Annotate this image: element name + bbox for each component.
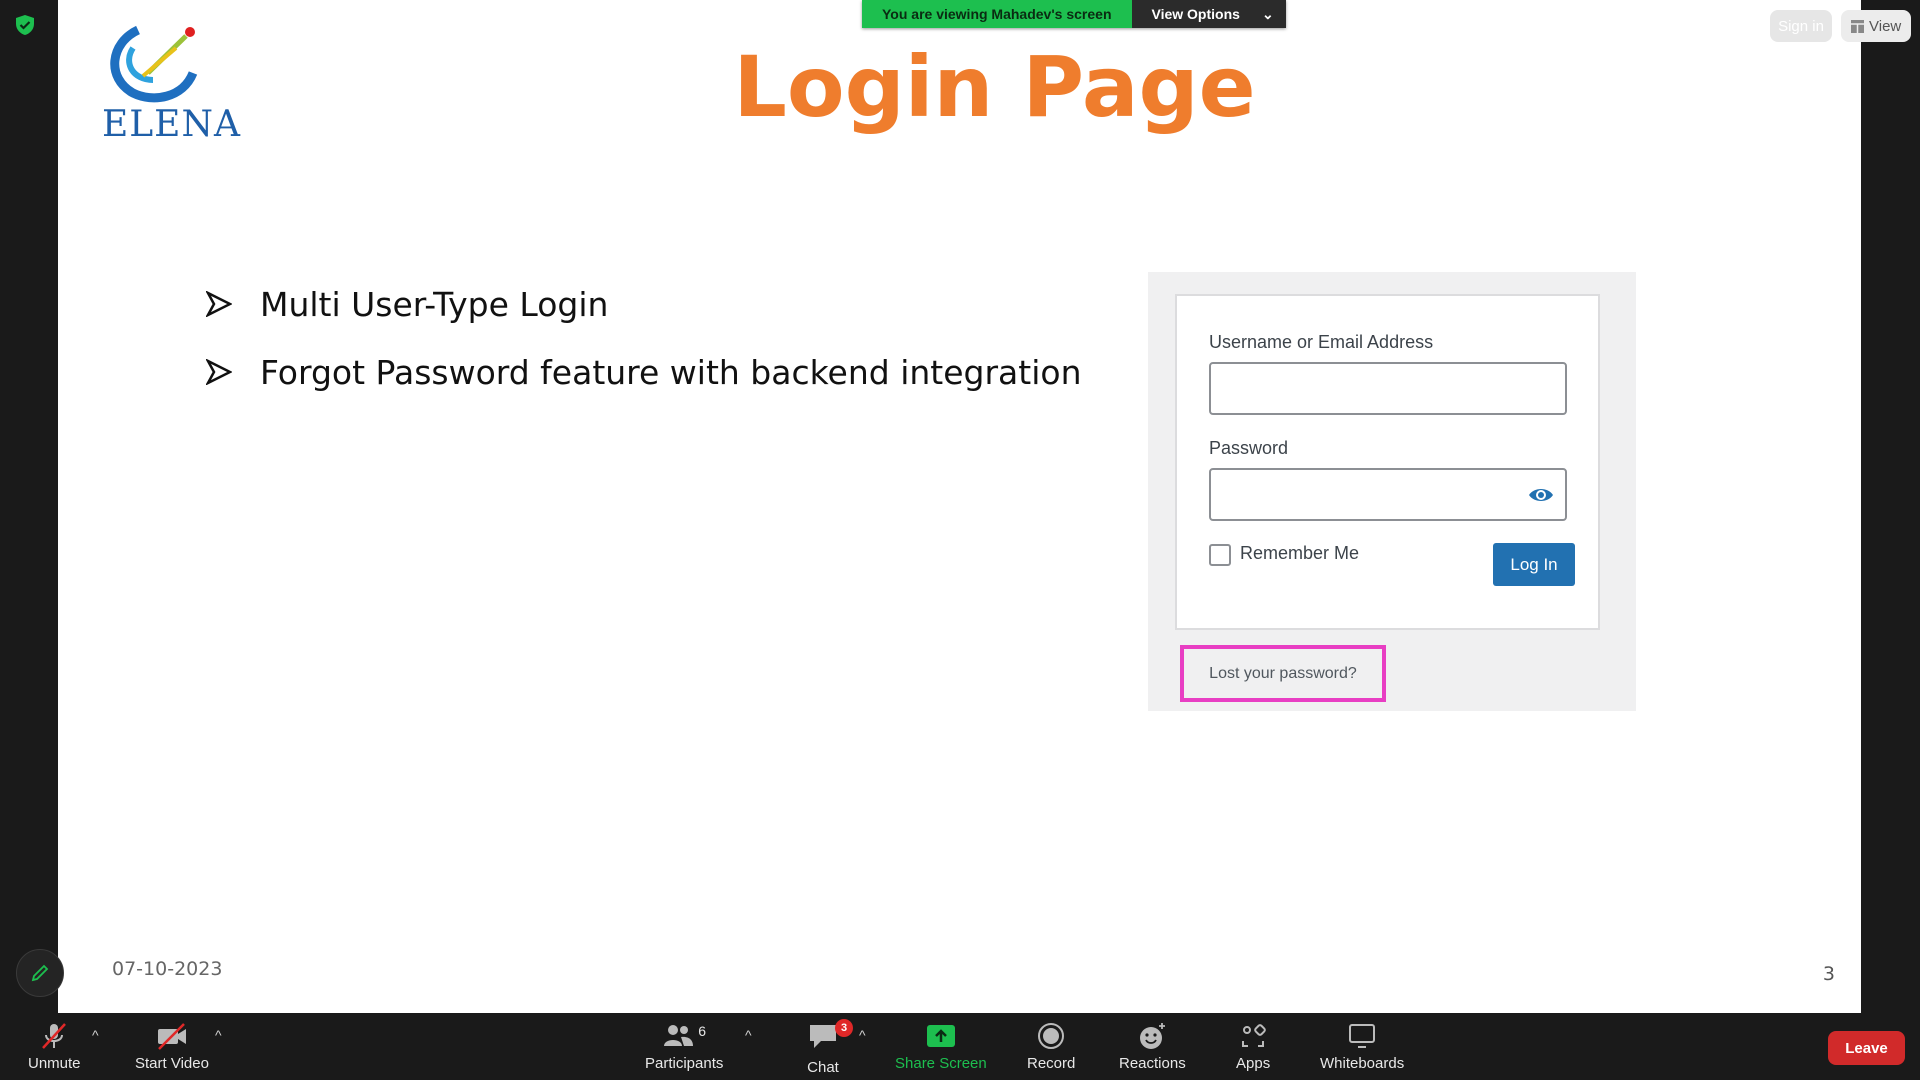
annotate-button[interactable] — [16, 949, 64, 997]
login-card: Username or Email Address Password Remem… — [1175, 294, 1600, 630]
arrow-bullet-icon — [206, 359, 232, 385]
smiley-plus-icon — [1140, 1023, 1166, 1049]
record-label: Record — [1027, 1055, 1076, 1072]
security-shield-icon[interactable] — [14, 14, 36, 36]
whiteboards-button[interactable]: Whiteboards — [1320, 1021, 1404, 1072]
meeting-window: ELENA Login Page Multi User-Type Login F… — [0, 0, 1920, 1080]
grid-view-icon — [1851, 19, 1864, 33]
leave-button[interactable]: Leave — [1828, 1031, 1905, 1065]
audio-options-caret[interactable]: ^ — [92, 1027, 99, 1043]
apps-button[interactable]: Apps — [1236, 1021, 1270, 1072]
view-button[interactable]: View — [1841, 10, 1911, 42]
video-options-caret[interactable]: ^ — [215, 1027, 222, 1043]
log-in-button: Log In — [1493, 543, 1575, 586]
chat-label: Chat — [807, 1059, 839, 1076]
start-video-button[interactable]: Start Video — [135, 1021, 209, 1072]
remember-me-checkbox — [1209, 544, 1231, 566]
reactions-label: Reactions — [1119, 1055, 1186, 1072]
meeting-toolbar: Unmute ^ Start Video ^ 6 Participants ^ — [0, 1013, 1920, 1080]
view-options-button[interactable]: View Options ⌄ — [1131, 0, 1286, 28]
bullet-list: Multi User-Type Login Forgot Password fe… — [206, 270, 1082, 406]
chat-unread-badge: 3 — [835, 1019, 853, 1037]
bullet-text: Forgot Password feature with backend int… — [260, 352, 1082, 392]
apps-label: Apps — [1236, 1055, 1271, 1072]
bullet-text: Multi User-Type Login — [260, 284, 609, 324]
unmute-button[interactable]: Unmute — [28, 1021, 81, 1072]
record-button[interactable]: Record — [1027, 1021, 1075, 1072]
login-form-screenshot: Username or Email Address Password Remem… — [1148, 272, 1636, 711]
whiteboard-icon — [1349, 1024, 1376, 1048]
view-options-label: View Options — [1151, 6, 1240, 22]
lost-password-highlight: Lost your password? — [1180, 645, 1386, 702]
remember-me-label: Remember Me — [1240, 543, 1360, 563]
username-field — [1209, 362, 1567, 415]
shared-screen-slide: ELENA Login Page Multi User-Type Login F… — [58, 0, 1861, 1013]
whiteboards-label: Whiteboards — [1320, 1055, 1405, 1072]
arrow-bullet-icon — [206, 291, 232, 317]
chat-options-caret[interactable]: ^ — [859, 1027, 866, 1043]
slide-date: 07-10-2023 — [112, 958, 223, 980]
password-field — [1209, 468, 1567, 521]
video-off-icon — [157, 1023, 186, 1050]
apps-icon — [1242, 1024, 1266, 1047]
slide-page-number: 3 — [1822, 963, 1835, 985]
viewing-banner: You are viewing Mahadev's screen View Op… — [862, 0, 1286, 28]
participants-label: Participants — [645, 1055, 724, 1072]
participants-count: 6 — [698, 1023, 707, 1039]
viewing-status: You are viewing Mahadev's screen — [862, 0, 1132, 28]
password-label: Password — [1209, 438, 1289, 458]
unmute-label: Unmute — [28, 1055, 81, 1072]
chevron-down-icon: ⌄ — [1261, 5, 1274, 22]
pencil-icon — [31, 964, 49, 982]
view-label: View — [1869, 17, 1902, 35]
bullet-item: Forgot Password feature with backend int… — [206, 338, 1082, 406]
share-screen-button[interactable]: Share Screen — [895, 1021, 987, 1072]
show-password-icon — [1529, 489, 1553, 501]
chat-button[interactable]: 3 Chat — [807, 1019, 853, 1076]
participants-button[interactable]: 6 Participants — [645, 1021, 723, 1072]
participants-icon — [664, 1025, 694, 1046]
muted-microphone-icon — [42, 1023, 67, 1049]
username-label: Username or Email Address — [1209, 332, 1434, 352]
sign-in-button[interactable]: Sign in — [1770, 10, 1832, 42]
share-screen-label: Share Screen — [895, 1055, 987, 1072]
bullet-item: Multi User-Type Login — [206, 270, 1082, 338]
reactions-button[interactable]: Reactions — [1119, 1021, 1186, 1072]
slide-title: Login Page — [733, 38, 1256, 136]
record-icon — [1038, 1023, 1065, 1049]
participants-options-caret[interactable]: ^ — [745, 1027, 752, 1043]
start-video-label: Start Video — [135, 1055, 209, 1072]
share-screen-icon — [926, 1025, 955, 1047]
